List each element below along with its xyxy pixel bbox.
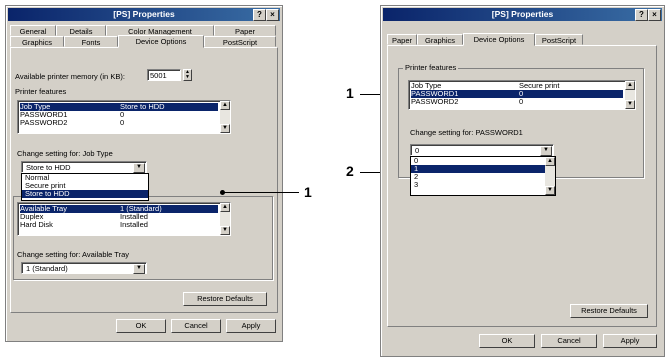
scroll-down-icon[interactable]: ▼ (625, 100, 635, 109)
dropdown-item-0[interactable]: 0 (411, 157, 555, 165)
cancel-button[interactable]: Cancel (171, 319, 221, 333)
left-tab-panel: Available printer memory (in KB): 5001 ▲… (10, 47, 278, 313)
password-dropdown-scrollbar[interactable]: ▲ ▼ (545, 157, 555, 195)
tab-general[interactable]: General (10, 25, 56, 36)
job-type-dropdown[interactable]: Normal Secure print Store to HDD (21, 173, 149, 201)
left-features-list[interactable]: Job Type Store to HDD PASSWORD1 0 PASSWORD… (17, 100, 231, 134)
right-features-list[interactable]: Job Type Secure print PASSWORD1 0 PASSWORD… (408, 80, 636, 110)
right-title-bar: [PS] Properties ? × (383, 8, 662, 21)
chevron-down-icon[interactable]: ▼ (540, 146, 552, 156)
right-callout-2: 2 (346, 163, 354, 179)
left-callout-line (223, 192, 299, 193)
scroll-up-icon[interactable]: ▲ (625, 81, 635, 90)
job-type-combo-value: Store to HDD (26, 163, 71, 172)
restore-defaults-button[interactable]: Restore Defaults (570, 304, 648, 318)
right-features-scrollbar[interactable]: ▲ ▼ (625, 81, 635, 109)
ok-button[interactable]: OK (116, 319, 166, 333)
scroll-down-icon[interactable]: ▼ (220, 226, 230, 235)
list-item[interactable]: Hard Disk Installed (20, 221, 218, 229)
job-type-combo[interactable]: Store to HDD ▼ (21, 161, 147, 173)
password-combo[interactable]: 0 ▼ (410, 144, 554, 156)
tab-graphics[interactable]: Graphics (417, 34, 463, 45)
list-item[interactable]: PASSWORD2 0 (411, 98, 623, 106)
tab-postscript[interactable]: PostScript (535, 34, 583, 45)
change-setting-label: Change setting for: Job Type (17, 149, 113, 158)
right-help-button[interactable]: ? (635, 9, 648, 21)
dropdown-item-3[interactable]: 3 (411, 181, 555, 189)
password-dropdown[interactable]: 0 1 2 3 ▲ ▼ (410, 156, 556, 196)
left-close-button[interactable]: × (266, 9, 279, 21)
tab-fonts[interactable]: Fonts (64, 36, 118, 47)
right-change-setting-label: Change setting for: PASSWORD1 (410, 128, 523, 137)
scroll-up-icon[interactable]: ▲ (220, 203, 230, 212)
right-features-label: Printer features (403, 63, 459, 72)
apply-button[interactable]: Apply (226, 319, 276, 333)
scroll-down-icon[interactable]: ▼ (545, 186, 555, 195)
tab-graphics[interactable]: Graphics (10, 36, 64, 47)
cancel-button[interactable]: Cancel (541, 334, 597, 348)
left-features-scrollbar[interactable]: ▲ ▼ (220, 101, 230, 133)
tab-paper[interactable]: Paper (387, 34, 417, 45)
memory-spinner[interactable]: ▲ ▼ (183, 69, 192, 81)
list-item[interactable]: Available Tray 1 (Standard) (20, 205, 218, 213)
change-setting-tray-label: Change setting for: Available Tray (17, 250, 130, 259)
right-properties-window: [PS] Properties ? × Paper Graphics Devic… (380, 5, 665, 357)
right-tab-panel: Printer features Job Type Secure print PA… (387, 45, 657, 327)
tab-paper[interactable]: Paper (214, 25, 276, 36)
features-label: Printer features (15, 87, 67, 96)
dropdown-item-2[interactable]: 2 (411, 173, 555, 181)
scroll-up-icon[interactable]: ▲ (545, 157, 555, 166)
installable-options-scrollbar[interactable]: ▲ ▼ (220, 203, 230, 235)
tab-postscript[interactable]: PostScript (204, 36, 276, 47)
list-item[interactable]: PASSWORD2 0 (20, 119, 218, 127)
memory-label: Available printer memory (in KB): (15, 72, 125, 81)
right-window-title: [PS] Properties (491, 9, 554, 19)
left-window-title: [PS] Properties (113, 9, 175, 19)
left-callout-1: 1 (304, 184, 312, 200)
tray-combo[interactable]: 1 (Standard) ▼ (21, 262, 147, 274)
scroll-up-icon[interactable]: ▲ (220, 101, 230, 110)
chevron-down-icon[interactable]: ▼ (133, 163, 145, 173)
memory-input[interactable]: 5001 (147, 69, 181, 81)
apply-button[interactable]: Apply (603, 334, 657, 348)
chevron-down-icon[interactable]: ▼ (133, 264, 145, 274)
tray-combo-value: 1 (Standard) (26, 264, 68, 273)
tab-details[interactable]: Details (56, 25, 106, 36)
tab-device-options[interactable]: Device Options (118, 35, 204, 48)
tab-device-options[interactable]: Device Options (463, 33, 535, 46)
left-properties-window: [PS] Properties ? × General Details Colo… (5, 5, 283, 342)
left-help-button[interactable]: ? (253, 9, 266, 21)
left-title-bar: [PS] Properties ? × (8, 8, 280, 21)
right-callout-1: 1 (346, 85, 354, 101)
restore-defaults-button[interactable]: Restore Defaults (183, 292, 267, 306)
dropdown-item-store-to-hdd[interactable]: Store to HDD (22, 190, 148, 198)
right-close-button[interactable]: × (648, 9, 661, 21)
ok-button[interactable]: OK (479, 334, 535, 348)
installable-options-list[interactable]: Available Tray 1 (Standard) Duplex Install… (17, 202, 231, 236)
scroll-down-icon[interactable]: ▼ (220, 124, 230, 133)
dropdown-item-1[interactable]: 1 (411, 165, 555, 173)
password-combo-value: 0 (415, 146, 420, 155)
